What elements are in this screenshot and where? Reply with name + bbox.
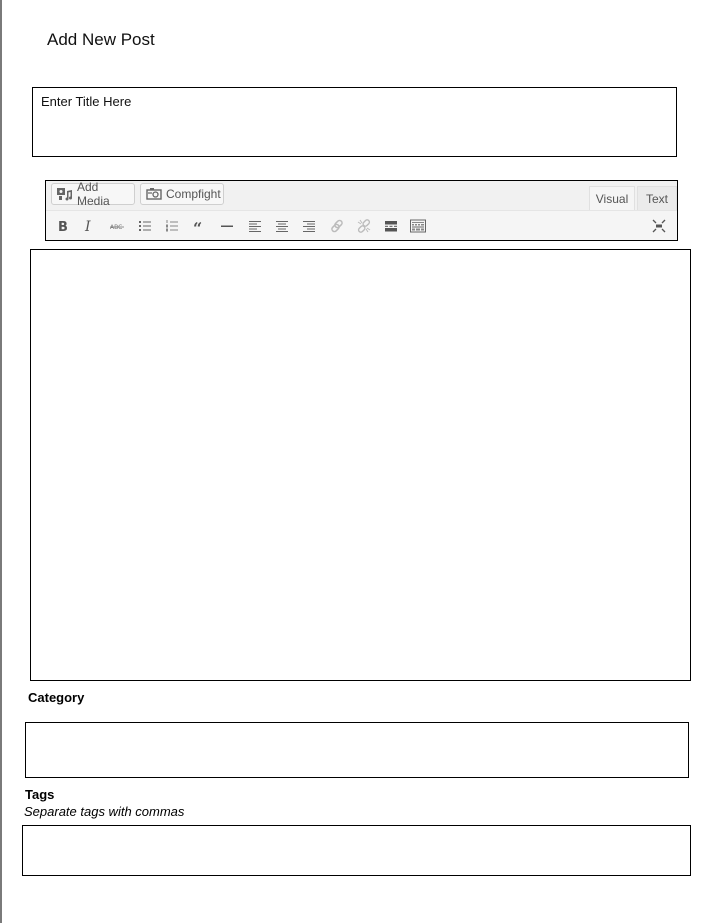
tags-label: Tags	[25, 787, 55, 802]
distraction-free-button[interactable]	[649, 216, 669, 236]
tab-visual[interactable]: Visual	[589, 186, 635, 210]
post-content-editor[interactable]	[30, 249, 691, 681]
bulleted-list-icon	[138, 219, 152, 233]
category-input[interactable]	[25, 722, 689, 778]
italic-button[interactable]: I	[80, 216, 100, 236]
align-right-icon	[302, 219, 316, 233]
numbered-list-button[interactable]	[162, 216, 182, 236]
read-more-button[interactable]	[381, 216, 401, 236]
left-edge-rule	[0, 0, 2, 923]
blockquote-icon: “	[193, 219, 207, 233]
svg-text:B: B	[58, 220, 68, 233]
svg-text:I: I	[84, 219, 91, 233]
compfight-button[interactable]: Compfight	[140, 183, 224, 205]
fullscreen-icon	[652, 219, 666, 233]
keyboard-icon	[410, 219, 426, 233]
editor-toolbar: Add Media Compfight Visual Text B I ABC …	[45, 180, 678, 241]
bold-button[interactable]: B	[53, 216, 73, 236]
tab-text[interactable]: Text	[637, 186, 677, 210]
post-title-input[interactable]: Enter Title Here	[32, 87, 677, 157]
bold-icon: B	[56, 219, 70, 233]
strikethrough-icon: ABC	[109, 219, 125, 233]
align-left-icon	[248, 219, 262, 233]
editor-toolbar-top-row: Add Media Compfight Visual Text	[46, 180, 677, 211]
unlink-icon	[357, 219, 371, 233]
numbered-list-icon	[165, 219, 179, 233]
bulleted-list-button[interactable]	[135, 216, 155, 236]
link-icon	[330, 219, 344, 233]
camera-icon	[146, 187, 162, 201]
category-label: Category	[28, 690, 85, 705]
compfight-label: Compfight	[166, 187, 221, 201]
blockquote-button[interactable]: “	[190, 216, 210, 236]
svg-text:“: “	[193, 219, 202, 233]
italic-icon: I	[83, 219, 97, 233]
page-title: Add New Post	[47, 30, 155, 49]
horizontal-line-button[interactable]	[217, 216, 237, 236]
remove-link-button[interactable]	[354, 216, 374, 236]
post-title-placeholder: Enter Title Here	[41, 94, 132, 109]
read-more-icon	[384, 219, 398, 233]
align-center-button[interactable]	[272, 216, 292, 236]
add-media-label: Add Media	[77, 180, 110, 208]
strikethrough-button[interactable]: ABC	[107, 216, 127, 236]
toolbar-toggle-button[interactable]	[408, 216, 428, 236]
horizontal-line-icon	[220, 219, 234, 233]
align-right-button[interactable]	[299, 216, 319, 236]
insert-link-button[interactable]	[327, 216, 347, 236]
svg-text:ABC: ABC	[110, 224, 122, 231]
tags-hint: Separate tags with commas	[24, 804, 185, 819]
align-left-button[interactable]	[245, 216, 265, 236]
tags-input[interactable]	[22, 825, 691, 876]
align-center-icon	[275, 219, 289, 233]
add-media-icon	[57, 187, 73, 201]
add-media-button[interactable]: Add Media	[51, 180, 135, 208]
format-toolbar: B I ABC “	[46, 211, 677, 240]
